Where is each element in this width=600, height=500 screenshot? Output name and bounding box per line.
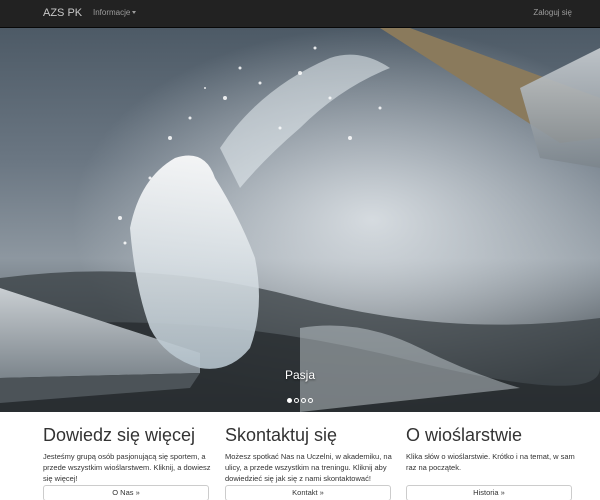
hero-image-water-splash [0,28,600,412]
history-button[interactable]: Historia » [406,485,572,500]
column-heading: O wioślarstwie [406,425,523,445]
carousel-caption: Pasja [284,368,316,382]
column-heading: Dowiedz się więcej [43,425,196,445]
hero-carousel[interactable]: Pasja [0,28,600,412]
carousel-indicator-4[interactable] [308,398,313,403]
top-navbar: AZS PK Informacje Zaloguj się [0,0,600,28]
carousel-indicator-2[interactable] [294,398,299,403]
about-us-button[interactable]: O Nas » [43,485,209,500]
carousel-indicator-1[interactable] [287,398,292,403]
column-heading: Skontaktuj się [225,425,338,445]
informacje-dropdown[interactable]: Informacje [93,8,137,17]
login-link[interactable]: Zaloguj się [533,8,572,17]
informacje-dropdown-label: Informacje [93,8,131,17]
column-text: Jesteśmy grupą osób pasjonującą się spor… [43,452,211,483]
carousel-indicators [0,390,600,408]
caret-down-icon [132,11,137,15]
feature-column-rowing: O wioślarstwie Klika słów o wioślarstwie… [406,425,576,500]
column-text: Możesz spotkać Nas na Uczelni, w akademi… [225,452,392,483]
brand-logo-text[interactable]: AZS PK [43,7,82,19]
feature-column-about: Dowiedz się więcej Jesteśmy grupą osób p… [43,425,213,500]
feature-column-contact: Skontaktuj się Możesz spotkać Nas na Ucz… [225,425,395,500]
contact-button[interactable]: Kontakt » [225,485,391,500]
column-text: Klika słów o wioślarstwie. Krótko i na t… [406,452,575,472]
carousel-indicator-3[interactable] [301,398,306,403]
